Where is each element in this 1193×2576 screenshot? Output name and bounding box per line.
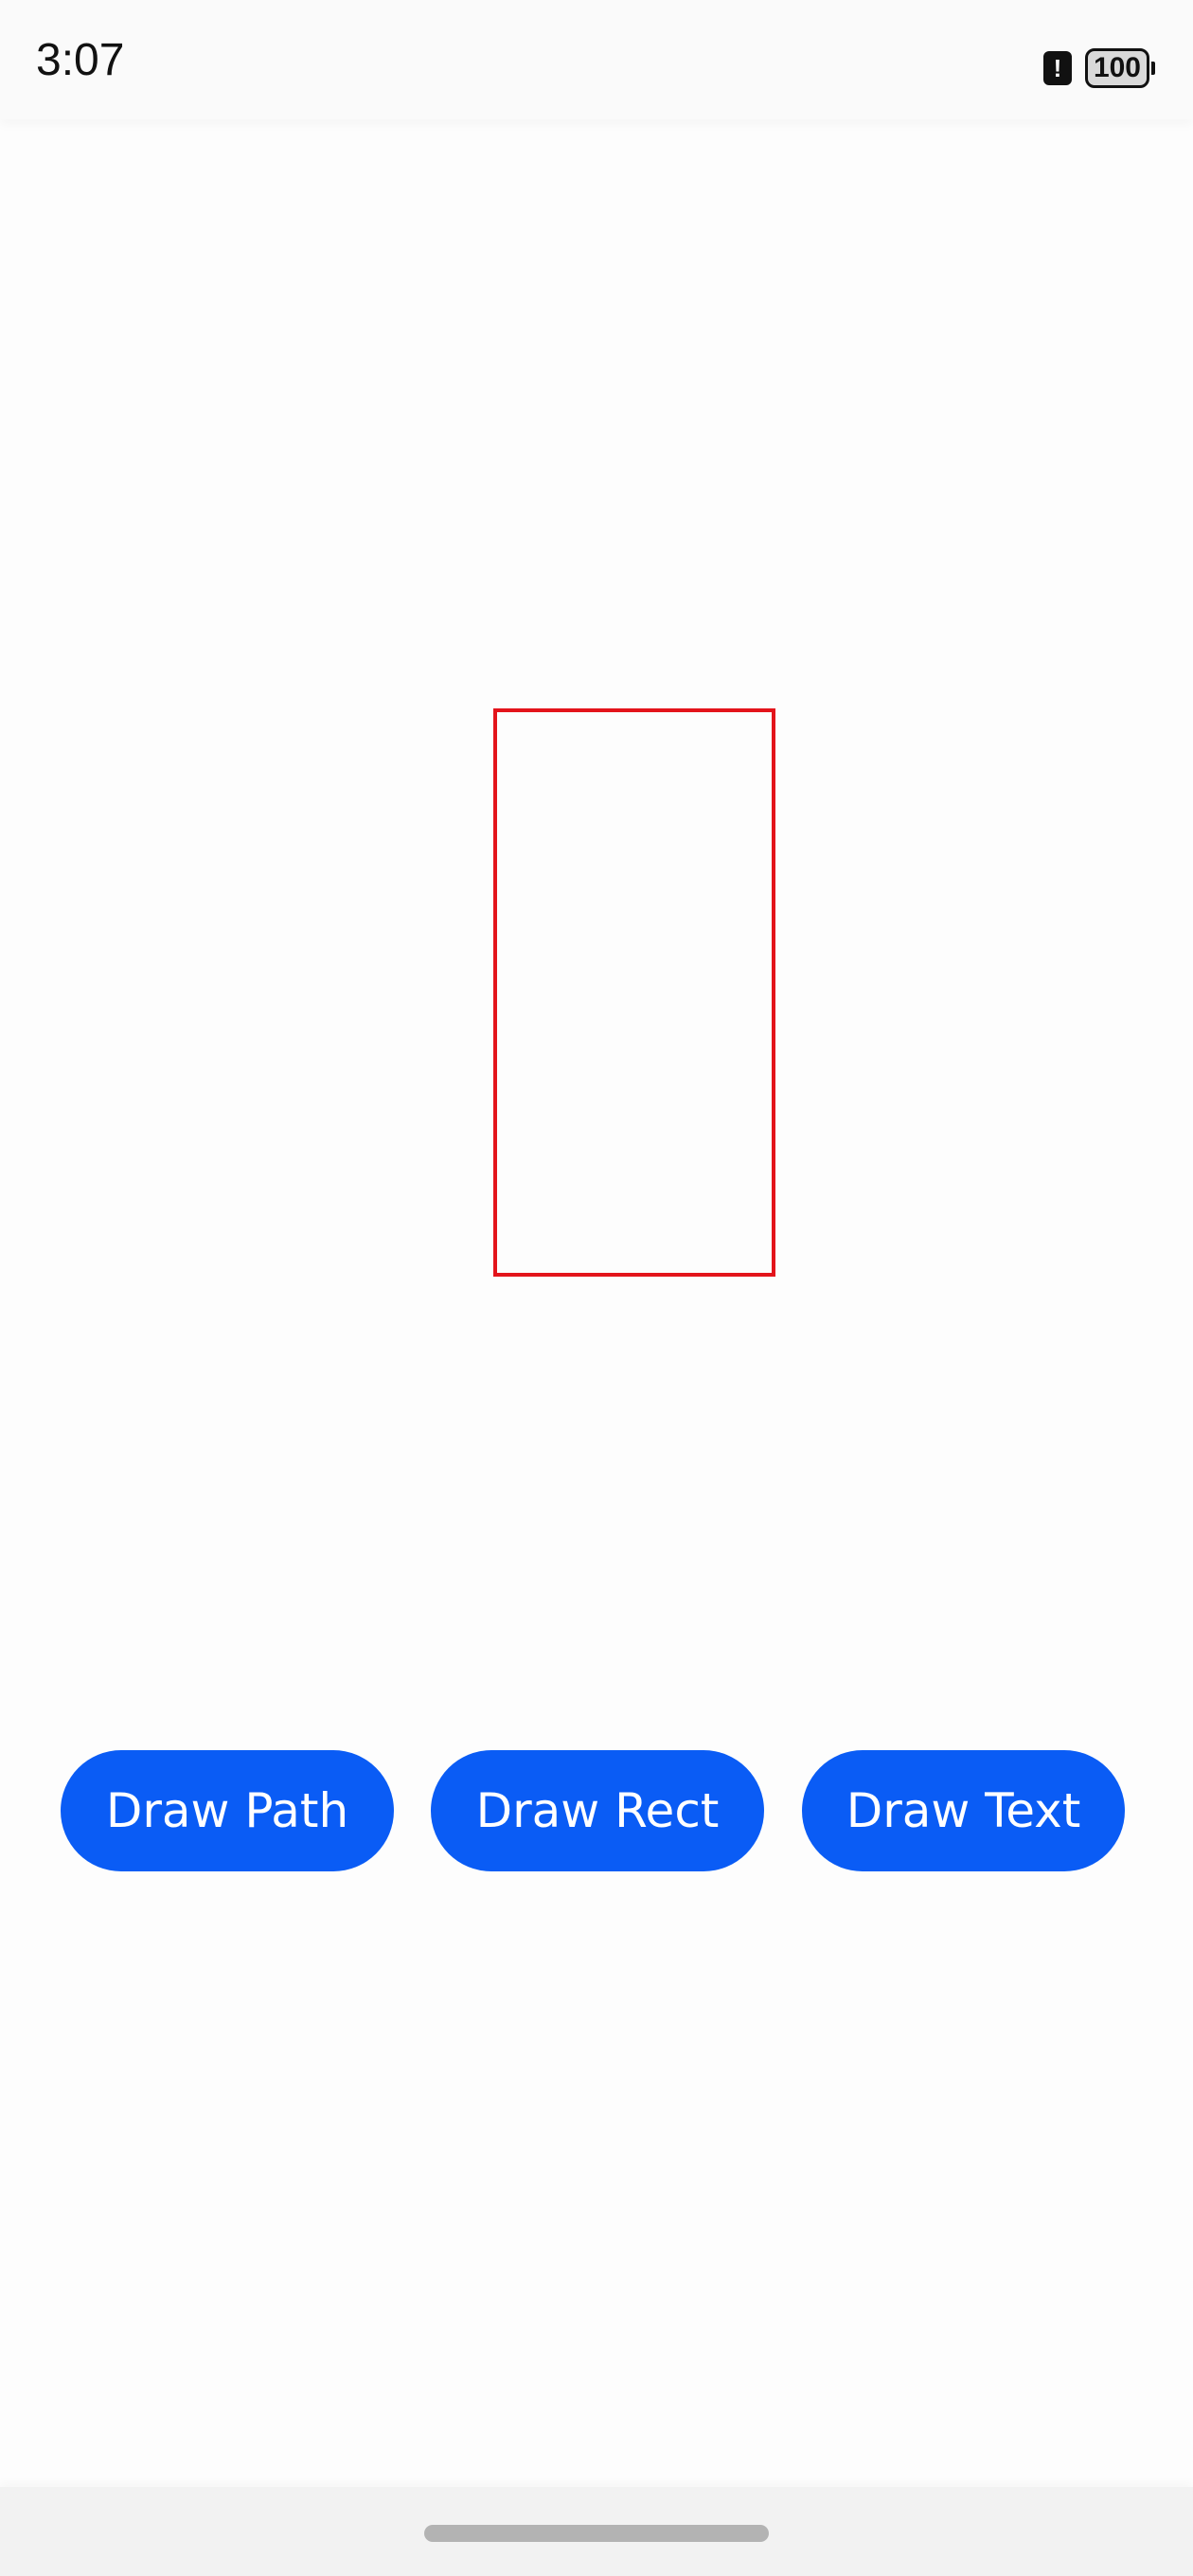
drawing-canvas: [0, 119, 1193, 1635]
drawn-rectangle: [493, 708, 775, 1277]
home-indicator[interactable]: [424, 2525, 769, 2542]
draw-text-button[interactable]: Draw Text: [802, 1750, 1125, 1871]
draw-rect-button[interactable]: Draw Rect: [431, 1750, 764, 1871]
battery-tip: [1151, 62, 1155, 75]
draw-path-button[interactable]: Draw Path: [61, 1750, 394, 1871]
button-row: Draw Path Draw Rect Draw Text: [0, 1750, 1193, 1871]
status-bar: 3:07 ! 100: [0, 0, 1193, 119]
battery-icon: 100: [1084, 48, 1155, 88]
battery-level: 100: [1084, 48, 1149, 88]
app-screen: 3:07 ! 100 Draw Path Draw Rect Draw Text: [0, 0, 1193, 2576]
alert-icon: !: [1042, 51, 1072, 85]
status-time: 3:07: [36, 35, 125, 85]
navigation-bar: [0, 2487, 1193, 2576]
status-icons: ! 100: [1042, 45, 1155, 91]
